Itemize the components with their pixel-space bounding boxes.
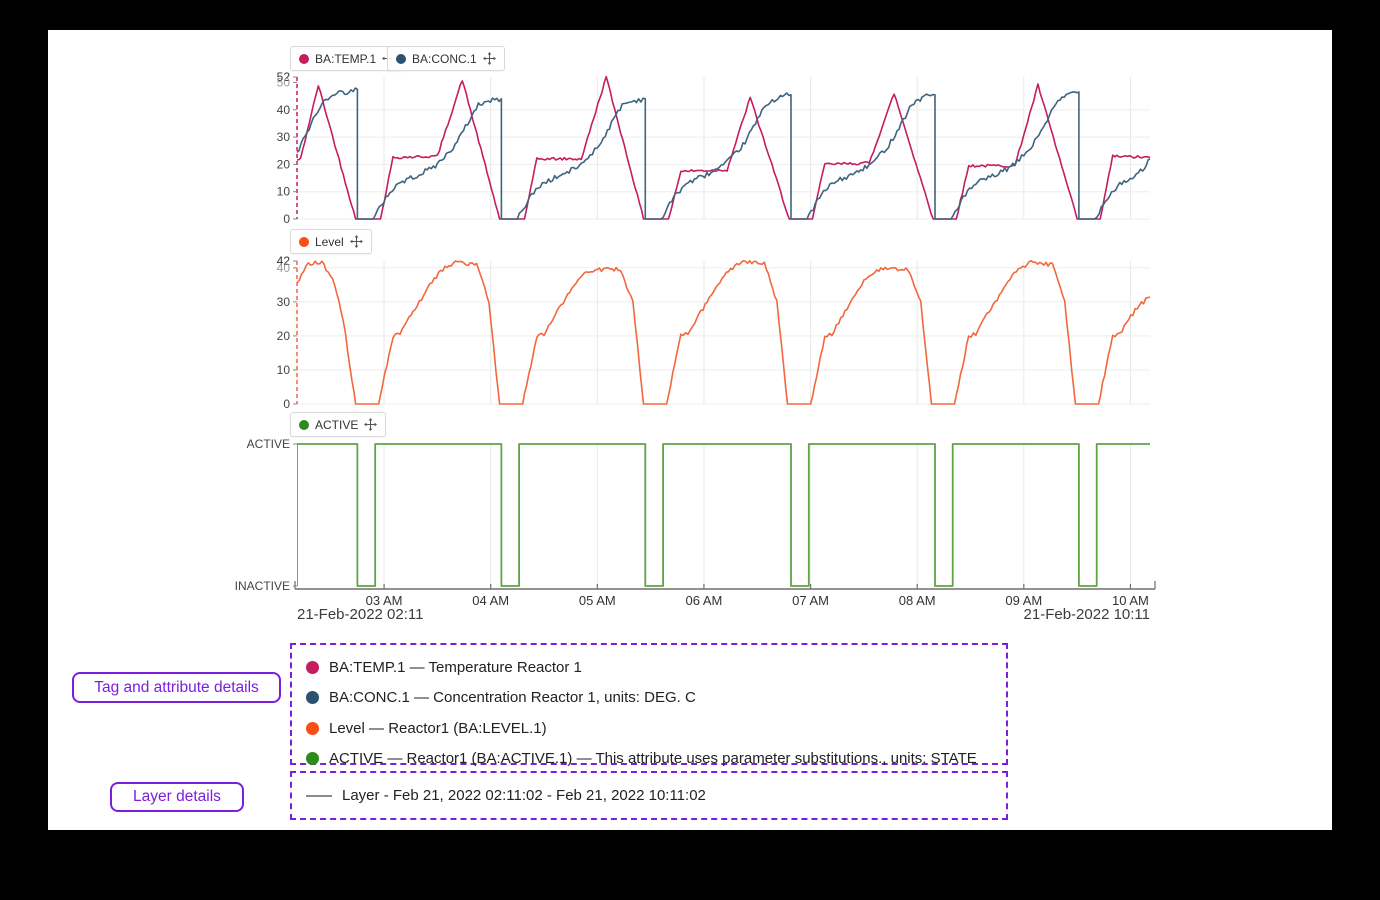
y-axis-label: 50 bbox=[277, 75, 291, 89]
trend-chart-canvas[interactable]: 525040302010042403020100ACTIVEINACTIVE03… bbox=[218, 68, 1183, 620]
legend-pill-label: BA:CONC.1 bbox=[412, 52, 477, 66]
y-axis-label: 20 bbox=[277, 329, 291, 343]
series-color-dot bbox=[306, 691, 319, 704]
y-axis-label: 10 bbox=[277, 363, 291, 377]
y-axis-label: 0 bbox=[283, 212, 290, 226]
series-line-active bbox=[297, 444, 1150, 586]
legend-item-text: Level — Reactor1 (BA:LEVEL.1) bbox=[329, 720, 547, 737]
legend-item-text: BA:TEMP.1 — Temperature Reactor 1 bbox=[329, 659, 582, 676]
layer-text: Layer - Feb 21, 2022 02:11:02 - Feb 21, … bbox=[342, 787, 706, 804]
y-axis-label: INACTIVE bbox=[235, 579, 290, 593]
series-color-dot bbox=[306, 722, 319, 735]
legend-list: BA:TEMP.1 — Temperature Reactor 1 BA:CON… bbox=[292, 645, 1006, 781]
end-timestamp: 21-Feb-2022 10:11 bbox=[1024, 606, 1150, 623]
series-color-dot bbox=[306, 661, 319, 674]
legend-pill-label: BA:TEMP.1 bbox=[315, 52, 376, 66]
trend-display-card: BA:TEMP.1 BA:CONC.1 Level ACTIVE bbox=[48, 30, 1332, 830]
y-axis-label: 40 bbox=[277, 103, 291, 117]
tag-attribute-details-box: BA:TEMP.1 — Temperature Reactor 1 BA:CON… bbox=[290, 643, 1008, 765]
list-item: Level — Reactor1 (BA:LEVEL.1) bbox=[306, 713, 992, 744]
callout-label: Layer details bbox=[133, 788, 221, 806]
layer-line-swatch bbox=[306, 795, 332, 797]
legend-item-text: BA:CONC.1 — Concentration Reactor 1, uni… bbox=[329, 689, 696, 706]
layer-row: Layer - Feb 21, 2022 02:11:02 - Feb 21, … bbox=[292, 773, 1006, 818]
layer-details-box: Layer - Feb 21, 2022 02:11:02 - Feb 21, … bbox=[290, 771, 1008, 820]
y-axis-label: 20 bbox=[277, 157, 291, 171]
y-axis-label: 30 bbox=[277, 130, 291, 144]
y-axis-label: 40 bbox=[277, 261, 291, 275]
y-axis-label: ACTIVE bbox=[247, 437, 290, 451]
series-line-level bbox=[297, 261, 1150, 404]
move-icon[interactable] bbox=[483, 52, 496, 65]
list-item: ACTIVE — Reactor1 (BA:ACTIVE.1) — This a… bbox=[306, 744, 992, 775]
start-timestamp: 21-Feb-2022 02:11 bbox=[297, 606, 423, 623]
y-axis-label: 30 bbox=[277, 295, 291, 309]
tag-details-callout: Tag and attribute details bbox=[72, 672, 281, 703]
callout-label: Tag and attribute details bbox=[94, 679, 259, 697]
series-line-ba-conc-1 bbox=[297, 88, 1150, 219]
series-line-ba-temp-1 bbox=[297, 77, 1150, 219]
list-item: BA:CONC.1 — Concentration Reactor 1, uni… bbox=[306, 683, 992, 714]
page-background: BA:TEMP.1 BA:CONC.1 Level ACTIVE bbox=[0, 0, 1380, 900]
time-range-row: 21-Feb-2022 02:11 21-Feb-2022 10:11 bbox=[297, 606, 1150, 623]
y-axis-label: 0 bbox=[283, 397, 290, 411]
series-color-dot bbox=[306, 752, 319, 765]
layer-details-callout: Layer details bbox=[110, 782, 244, 812]
series-color-dot bbox=[396, 54, 406, 64]
y-axis-label: 10 bbox=[277, 185, 291, 199]
list-item: BA:TEMP.1 — Temperature Reactor 1 bbox=[306, 652, 992, 683]
series-color-dot bbox=[299, 54, 309, 64]
legend-item-text: ACTIVE — Reactor1 (BA:ACTIVE.1) — This a… bbox=[329, 750, 977, 767]
